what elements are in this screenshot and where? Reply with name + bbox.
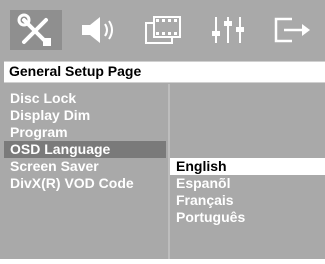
preference-setup-icon <box>210 13 246 47</box>
tab-exit[interactable] <box>266 10 318 50</box>
option-portugues[interactable]: Português <box>170 209 325 226</box>
video-setup-icon <box>142 13 186 47</box>
audio-setup-icon <box>78 13 122 47</box>
setup-screen: General Setup Page Disc Lock Display Dim… <box>0 0 325 264</box>
setup-menu: Disc Lock Display Dim Program OSD Langua… <box>4 84 166 259</box>
option-espanol[interactable]: Espanõl <box>170 175 325 192</box>
tab-video-setup[interactable] <box>138 10 190 50</box>
option-english[interactable]: English <box>170 158 325 175</box>
page-title: General Setup Page <box>9 63 142 79</box>
exit-icon <box>272 13 312 47</box>
menu-item-program[interactable]: Program <box>4 124 166 141</box>
menu-item-divx-vod-code[interactable]: DivX(R) VOD Code <box>4 175 166 192</box>
tab-preference-setup[interactable] <box>202 10 254 50</box>
menu-item-osd-language[interactable]: OSD Language <box>4 141 166 158</box>
bottom-border <box>0 259 325 264</box>
menu-item-disc-lock[interactable]: Disc Lock <box>4 90 166 107</box>
tab-general-setup[interactable] <box>10 10 62 50</box>
setup-tab-bar <box>4 0 325 58</box>
tab-audio-setup[interactable] <box>74 10 126 50</box>
menu-item-screen-saver[interactable]: Screen Saver <box>4 158 166 175</box>
menu-item-display-dim[interactable]: Display Dim <box>4 107 166 124</box>
option-francais[interactable]: Français <box>170 192 325 209</box>
general-setup-icon <box>16 12 56 48</box>
language-options: English Espanõl Français Português <box>168 84 325 259</box>
page-title-bar: General Setup Page <box>4 61 325 83</box>
